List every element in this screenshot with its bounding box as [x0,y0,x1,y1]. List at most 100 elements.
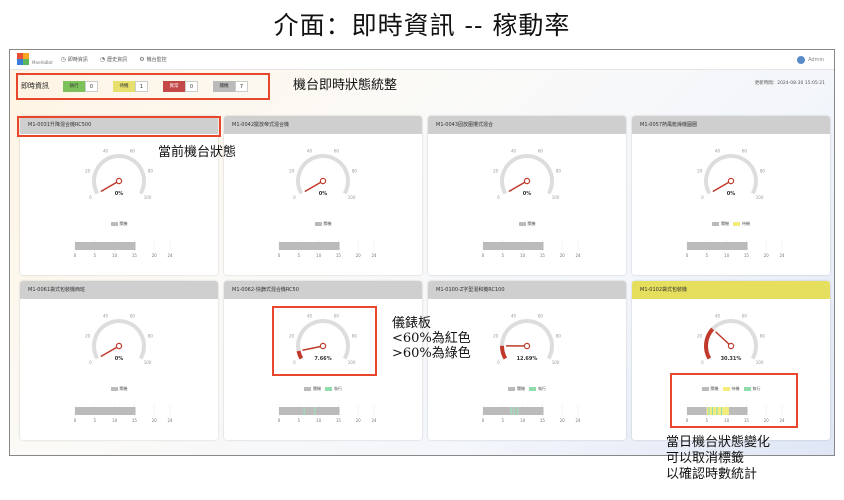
machine-card-title: M1-0100-Z字型混和機RC100 [428,281,626,299]
timeline-segment-off [483,407,511,415]
gauge-track [296,154,350,195]
timeline-segment-off [483,242,544,250]
timeline-tick-label: 24 [371,418,377,423]
legend-swatch [518,222,526,226]
gauge-fill [704,327,715,360]
status-legend: 關機 [428,221,626,227]
annotation-timeline: 當日機台狀態變化 可以取消標籤 以確認時數統計 [666,435,770,483]
user-name: Admin [808,56,824,63]
timeline-tick-label: 24 [575,253,581,258]
machine-card[interactable]: M1-0061袋式包裝機西班 0 20 40 60 80 100 0 5 10 15 20 24 0% 關機 [20,281,218,440]
nav-history[interactable]: ◔ 歷史資訊 [100,56,127,63]
annotation-gauge-line-2: <60%為紅色 [392,331,471,346]
timeline-tick-label: 15 [132,253,138,258]
legend-swatch [314,222,322,226]
timeline-tick-label: 15 [336,253,342,258]
legend-item-idle[interactable]: 待機 [733,221,750,227]
legend-item-run[interactable]: 執行 [325,386,342,392]
gauge-tick-label: 40 [307,148,313,153]
timeline-segment-off [304,407,315,415]
timeline-tick-label: 0 [278,253,281,258]
avatar [797,55,806,64]
gauge-hub [115,342,123,350]
machine-gauge-chart: 02040 60801000 5 10 15 20 24 [278,148,377,258]
gauge-tick-label: 80 [352,168,358,173]
update-time: 更新時間：2024-08-30 15:05:21 [754,81,825,86]
gauge-tick-label: 40 [511,313,517,318]
gauge-tick-label: 60 [538,313,544,318]
gauge-tick-label: 80 [556,333,562,338]
timeline-tick-label: 0 [74,418,77,423]
timeline-tick-label: 15 [132,418,138,423]
gauge-tick-label: 80 [148,333,154,338]
timeline-tick-label: 20 [356,418,362,423]
highlight-timeline [670,373,798,428]
timeline-segment-off [279,407,304,415]
machine-card[interactable]: M1-0043固放圍攪式混合 0 20 40 60 80 100 0 5 10 15 20 24 0% 關機 [428,116,626,275]
slide-title: 介面：即時資訊 -- 稼動率 [273,11,571,40]
timeline-tick-label: 10 [316,418,322,423]
machine-card[interactable]: M1-0042擺放帝式混合機 0 20 40 60 80 100 0 5 10 15 20 24 0% 關機 [224,116,422,275]
timeline-tick-label: 10 [520,418,526,423]
gauge-tick-label: 40 [103,148,109,153]
timeline-segment-off [279,242,340,250]
machine-card[interactable]: M1-0057熱風乾燥機圓圈 0 20 40 60 80 100 0 5 10 15 20 24 0% 關機… [632,116,830,275]
timeline-tick-label: 10 [520,253,526,258]
utilization-value: 0% [114,191,124,197]
machine-gauge-chart: 02040 60801000 5 10 15 20 24 [74,313,173,423]
timeline-segment-run [314,407,316,415]
machine-card-title: M1-0062-快篩式混合機RC50 [224,281,422,299]
machine-card-title: M1-0043固放圍攪式混合 [428,116,626,134]
nav-realtime[interactable]: ◷ 即時資訊 [61,56,88,63]
gauge-tick-label: 20 [697,333,703,338]
gauge-tick-label: 60 [742,148,748,153]
gauge-track [92,319,146,360]
utilization-value: 0% [726,191,736,197]
timeline-segment-run [513,407,516,415]
status-legend: 關機 執行 [428,386,626,392]
gauge-tick-label: 20 [289,168,295,173]
legend-item-run[interactable]: 執行 [529,386,546,392]
gauge-track [500,154,554,195]
legend-swatch [733,222,740,226]
timeline-segment-off [518,407,544,415]
timeline-tick-label: 0 [74,253,77,258]
utilization-value: 0% [114,356,124,362]
machine-card-title: M1-0057熱風乾燥機圓圈 [632,116,830,134]
gauge-tick-label: 60 [742,313,748,318]
timeline-tick-label: 10 [724,253,730,258]
timeline-tick-label: 5 [502,418,505,423]
gauge-hub [115,177,123,185]
legend-item-off[interactable]: 關機 [110,221,128,227]
legend-item-off[interactable]: 關機 [304,386,321,392]
gauge-hub [727,342,735,350]
machine-card-title: M1-0102袋式包裝機 [632,281,830,299]
legend-label: 關機 [323,221,332,226]
legend-swatch [110,222,118,226]
timeline-segment-run [517,407,519,415]
timeline-tick-label: 15 [540,253,546,258]
status-legend: 關機 [224,221,422,227]
legend-item-off[interactable]: 關機 [518,221,536,227]
machine-gauge-chart: 02040 60801000 5 10 15 20 24 [482,148,581,258]
gauge-tick-label: 20 [493,168,499,173]
legend-item-off[interactable]: 關機 [314,221,332,227]
timeline-tick-label: 10 [112,418,118,423]
legend-item-off[interactable]: 關機 [110,386,128,392]
timeline-tick-label: 24 [371,253,377,258]
top-navigation: ManHaBot ◷ 即時資訊 ◔ 歷史資訊 ⚙ 機台監控 Admin [10,50,834,70]
nav-realtime-label: 即時資訊 [67,57,88,63]
nav-monitor[interactable]: ⚙ 機台監控 [139,56,166,63]
user-menu[interactable]: Admin [797,55,824,64]
legend-swatch [325,387,332,391]
gear-icon: ⚙ [139,56,145,63]
clock-icon: ◷ [60,56,66,63]
logo-text: ManHaBot [32,60,53,65]
legend-item-off[interactable]: 關機 [508,386,525,392]
machine-card[interactable]: M1-0031升降混合機RC500 0 20 40 60 80 100 0 5 10 15 20 24 0… [20,116,218,275]
timeline-tick-label: 15 [744,253,750,258]
timeline-segment-off [315,407,340,415]
legend-label: 執行 [334,386,342,391]
annotation-status-summary: 機台即時狀態統整 [293,78,398,93]
legend-item-off[interactable]: 關機 [712,221,729,227]
